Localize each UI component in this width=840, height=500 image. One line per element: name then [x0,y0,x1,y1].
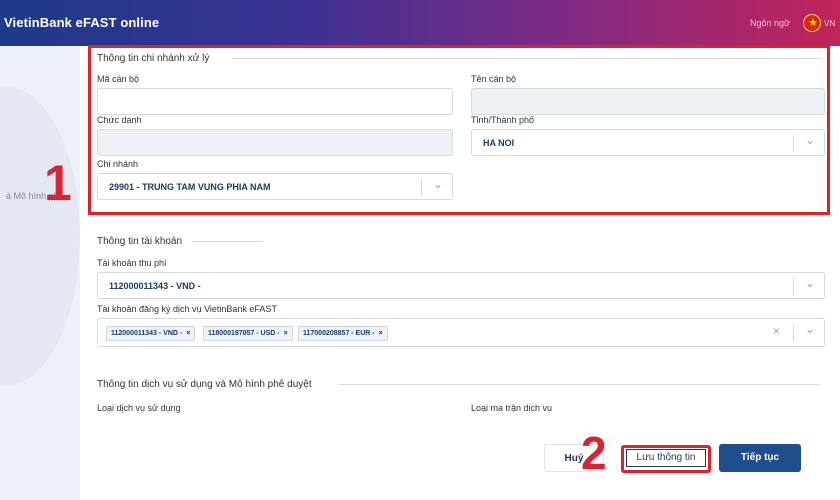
next-button[interactable]: Tiếp tục [719,444,801,472]
registered-accounts-label: Tài khoản đăng ký dịch vụ VietinBank eFA… [97,304,277,314]
service-type-label: Loại dịch vụ sử dụng [97,403,181,413]
brand-logo-text: VietinBank eFAST online [4,15,160,30]
mix-type-label: Loại ma trận dịch vụ [471,403,553,413]
section-divider [338,384,820,385]
account-tag: 117000208857 - EUR - × [298,326,388,341]
section-divider [192,241,262,242]
save-button-label: Lưu thông tin [626,449,706,467]
account-section-title: Thông tin tài khoản [97,236,183,247]
account-tag: 112000011343 - VND - × [106,326,196,341]
service-section-title: Thông tin dịch vụ sử dụng và Mô hình phê… [97,379,312,390]
fee-account-select[interactable]: 112000011343 - VND - ⌄ [97,272,825,299]
vietnam-flag-icon[interactable]: ★ [803,14,821,32]
registered-accounts-multiselect[interactable]: 112000011343 - VND - × 118000197057 - USD… [97,318,825,347]
account-tag: 118000197057 - USD - × [203,326,293,341]
callout-number-2: 2 [581,427,607,479]
decorative-shape [0,86,80,386]
clear-all-icon[interactable]: × [773,324,780,338]
remove-tag-icon[interactable]: × [379,330,383,337]
language-code[interactable]: VN [824,19,835,28]
chevron-down-icon[interactable]: ⌄ [805,322,815,336]
remove-tag-icon[interactable]: × [284,330,288,337]
highlight-box-branch-section [88,45,830,215]
select-separator [793,324,794,341]
language-link[interactable]: Ngôn ngữ [750,18,790,28]
left-stepper-panel: à Mô hình phê [0,46,80,500]
save-button[interactable]: Lưu thông tin [621,445,711,473]
fee-account-label: Tài khoản thu phí [97,258,167,268]
remove-tag-icon[interactable]: × [186,330,190,337]
top-bar: VietinBank eFAST online Ngôn ngữ ★ VN [0,0,840,46]
callout-number-1: 1 [44,155,72,211]
select-separator [793,278,794,295]
chevron-down-icon[interactable]: ⌄ [805,276,815,290]
